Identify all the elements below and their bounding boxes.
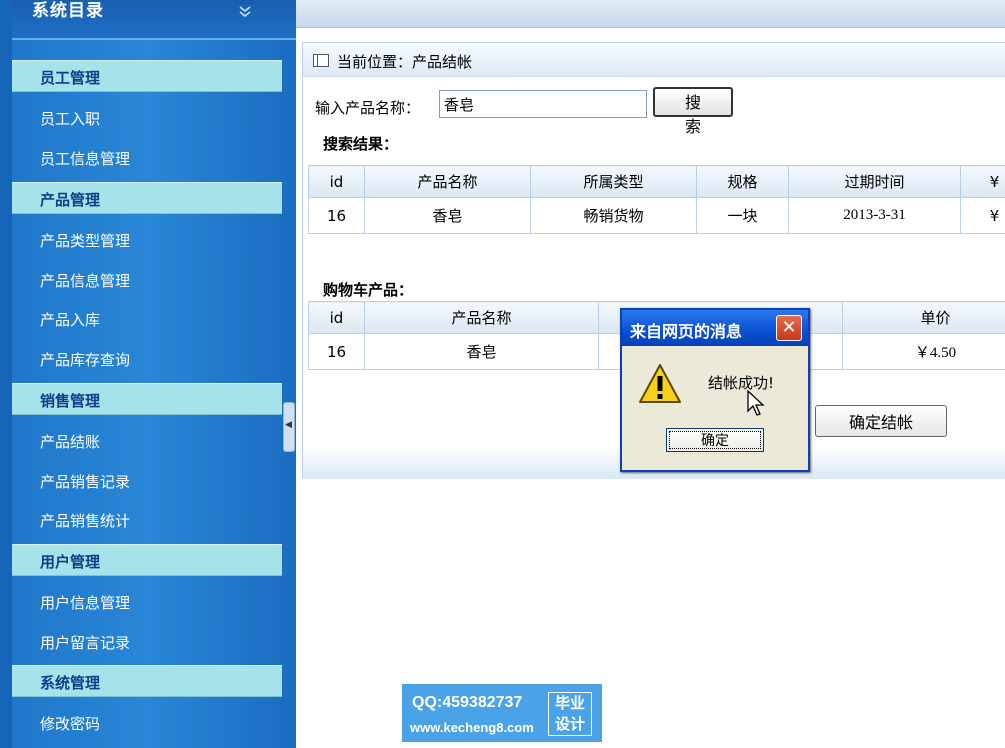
sidebar-item-product-checkout[interactable]: 产品结账 — [40, 431, 100, 452]
table-cell: 16 — [308, 197, 365, 234]
table-header-row: id 产品名称 所属类型 规格 过期时间 ¥ — [308, 165, 1005, 198]
search-button[interactable]: 搜 索 — [653, 87, 733, 136]
section-label: 产品管理 — [40, 191, 101, 209]
search-results-table: id 产品名称 所属类型 规格 过期时间 ¥ 16 香皂 畅销货物 一块 201… — [308, 165, 1005, 234]
dialog-titlebar[interactable]: 来自网页的消息 ✕ — [622, 310, 808, 346]
watermark-qq: QQ:459382737 — [412, 694, 523, 711]
sidebar-section-employee[interactable]: 员工管理 — [12, 60, 282, 92]
table-cell: ￥4.50 — [842, 333, 1005, 370]
sidebar-item-employee-info[interactable]: 员工信息管理 — [40, 148, 130, 169]
section-label: 员工管理 — [40, 69, 101, 87]
alert-dialog: 来自网页的消息 ✕ 结帐成功! 确定 — [620, 308, 810, 472]
section-label: 销售管理 — [40, 392, 101, 410]
breadcrumb: 当前位置：产品结帐 — [337, 53, 473, 71]
table-cell: ¥ — [960, 197, 1005, 234]
table-cell: 香皂 — [364, 333, 599, 370]
sidebar-section-system[interactable]: 系统管理 — [12, 665, 282, 697]
sidebar: 系统目录 员工管理 员工入职 员工信息管理 产品管理 产品类型管理 产品信息管理… — [0, 0, 296, 748]
sidebar-item-product-inventory[interactable]: 产品库存查询 — [40, 349, 130, 370]
table-cell: 香皂 — [364, 197, 531, 234]
column-header: 产品名称 — [364, 301, 599, 334]
section-label: 系统管理 — [40, 674, 101, 692]
column-header: 产品名称 — [364, 165, 531, 198]
sidebar-toggle-handle[interactable]: ◀ — [283, 402, 295, 452]
search-label: 输入产品名称： — [315, 99, 421, 117]
window-icon — [313, 54, 329, 67]
column-header: id — [308, 301, 365, 334]
sidebar-item-sales-record[interactable]: 产品销售记录 — [40, 471, 130, 492]
sidebar-item-user-messages[interactable]: 用户留言记录 — [40, 632, 130, 653]
sidebar-strip — [0, 0, 12, 748]
badge-line: 毕业 — [554, 694, 585, 712]
column-header: 过期时间 — [788, 165, 961, 198]
sidebar-item-product-type[interactable]: 产品类型管理 — [40, 230, 130, 251]
sidebar-section-user[interactable]: 用户管理 — [12, 544, 282, 576]
search-input[interactable] — [439, 90, 647, 118]
double-chevron-down-icon[interactable] — [238, 4, 252, 22]
sidebar-section-sales[interactable]: 销售管理 — [12, 383, 282, 415]
ok-button[interactable]: 确定 — [666, 428, 764, 452]
mouse-cursor-icon — [747, 390, 765, 416]
cart-label: 购物车产品： — [323, 281, 414, 299]
sidebar-item-product-stockin[interactable]: 产品入库 — [40, 309, 100, 330]
sidebar-section-product[interactable]: 产品管理 — [12, 182, 282, 214]
sidebar-title: 系统目录 — [32, 1, 104, 21]
sidebar-item-sales-stats[interactable]: 产品销售统计 — [40, 510, 130, 531]
table-cell: 16 — [308, 333, 365, 370]
column-header: 所属类型 — [530, 165, 697, 198]
badge-line: 设计 — [554, 715, 585, 733]
sidebar-item-employee-onboard[interactable]: 员工入职 — [40, 108, 100, 129]
column-header: 单价 — [842, 301, 1005, 334]
table-cell: 畅销货物 — [530, 197, 697, 234]
dialog-title: 来自网页的消息 — [630, 322, 743, 341]
column-header: ¥ — [960, 165, 1005, 198]
panel-header: 当前位置：产品结帐 — [303, 43, 1005, 77]
column-header: id — [308, 165, 365, 198]
close-icon[interactable]: ✕ — [776, 315, 802, 341]
table-cell: 一块 — [696, 197, 789, 234]
sidebar-title-bar: 系统目录 — [12, 0, 296, 40]
table-cell: 2013-3-31 — [788, 197, 961, 234]
sidebar-item-product-info[interactable]: 产品信息管理 — [40, 270, 130, 291]
section-label: 用户管理 — [40, 553, 101, 571]
chevron-left-icon: ◀ — [285, 420, 292, 430]
watermark-badge: 毕业 设计 — [548, 692, 592, 736]
sidebar-item-change-password[interactable]: 修改密码 — [40, 713, 100, 734]
sidebar-item-user-info[interactable]: 用户信息管理 — [40, 592, 130, 613]
watermark-url: www.kecheng8.com — [410, 720, 534, 735]
table-row[interactable]: 16 香皂 畅销货物 一块 2013-3-31 ¥ — [308, 197, 1005, 234]
search-results-label: 搜索结果： — [323, 135, 399, 153]
warning-icon — [639, 364, 681, 403]
confirm-checkout-button[interactable]: 确定结帐 — [815, 405, 947, 437]
top-bar — [296, 0, 1005, 28]
watermark: QQ:459382737 www.kecheng8.com 毕业 设计 — [402, 684, 602, 742]
column-header: 规格 — [696, 165, 789, 198]
